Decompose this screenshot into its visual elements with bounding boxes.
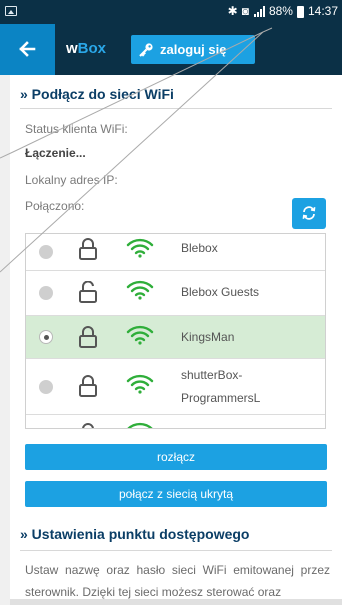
vibrate-icon: ◙ <box>241 4 249 18</box>
brand-suffix: Box <box>77 40 107 57</box>
refresh-icon <box>302 206 316 220</box>
wifi-section-title: » Podłącz do sieci WiFi <box>20 86 174 102</box>
wifi-icon <box>126 374 154 394</box>
connected-label: Połączono: <box>25 199 85 213</box>
key-icon <box>139 42 153 57</box>
local-ip-label: Lokalny adres IP: <box>25 173 118 187</box>
wifi-icon <box>127 422 153 428</box>
brand-prefix: w <box>66 40 78 57</box>
wifi-row-partial[interactable] <box>26 415 325 428</box>
back-button[interactable] <box>0 24 55 75</box>
lock-closed-icon <box>79 238 97 260</box>
wifi-row-blebox-guests[interactable]: Blebox Guests <box>26 271 325 316</box>
lock-closed-icon <box>79 375 97 397</box>
ssid-label: Blebox Guests <box>181 285 260 299</box>
signal-icon <box>253 5 265 17</box>
lock-open-icon <box>79 281 97 303</box>
status-bar: ✱ ◙ 88% 14:37 <box>0 0 342 24</box>
clock: 14:37 <box>307 4 338 18</box>
wifi-row-shutterbox[interactable]: shutterBox-ProgrammersL <box>26 359 325 415</box>
brand-logo: wBox <box>66 40 106 57</box>
wifi-row-kingsman[interactable]: KingsMan <box>26 316 325 359</box>
refresh-button[interactable] <box>292 198 326 229</box>
ap-description: Ustaw nazwę oraz hasło sieci WiFi emitow… <box>25 563 330 599</box>
disconnect-button[interactable]: rozłącz <box>25 444 327 470</box>
wifi-row-blebox[interactable]: Blebox <box>26 234 325 271</box>
lock-closed-icon <box>79 326 97 348</box>
ap-section-title: » Ustawienia punktu dostępowego <box>20 526 250 542</box>
wifi-status-value: Łączenie... <box>25 146 86 160</box>
divider <box>20 108 332 109</box>
battery-percent: 88% <box>268 4 293 18</box>
app-bar: wBox zaloguj się <box>0 24 342 75</box>
radio-button[interactable] <box>39 286 53 300</box>
radio-button[interactable] <box>39 380 53 394</box>
radio-button-selected[interactable] <box>39 330 53 344</box>
connect-hidden-network-button[interactable]: połącz z siecią ukrytą <box>25 481 327 507</box>
ssid-label: KingsMan <box>181 330 235 344</box>
ssid-label: shutterBox-ProgrammersL <box>181 368 261 405</box>
wifi-icon <box>126 280 154 300</box>
divider <box>20 550 332 551</box>
battery-icon <box>296 6 304 18</box>
wifi-icon <box>126 238 154 258</box>
radio-button[interactable] <box>39 245 53 259</box>
image-icon <box>5 6 17 16</box>
wifi-status-label: Status klienta WiFi: <box>25 122 128 136</box>
bottom-edge <box>10 599 342 605</box>
arrow-left-icon <box>19 41 36 57</box>
login-button[interactable]: zaloguj się <box>131 35 255 64</box>
login-label: zaloguj się <box>160 42 227 57</box>
content-panel: » Podłącz do sieci WiFi Status klienta W… <box>10 75 342 605</box>
wifi-network-list[interactable]: Blebox Blebox Guests KingsMan shutterBox… <box>25 233 326 429</box>
wifi-icon <box>126 325 154 345</box>
bluetooth-icon: ✱ <box>227 4 238 18</box>
status-bar-right: ✱ ◙ 88% 14:37 <box>228 4 338 18</box>
lock-closed-icon <box>82 423 94 428</box>
ssid-label: Blebox <box>181 241 218 255</box>
